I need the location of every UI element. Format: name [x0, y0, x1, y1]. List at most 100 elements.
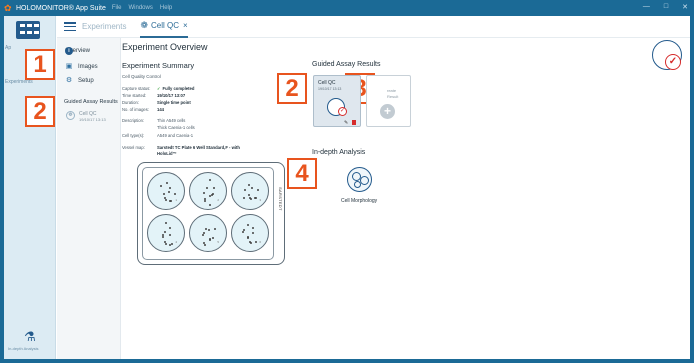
nav-item-cell-qc-result[interactable]: ❁ Cell QC 19/10/17 13:13 — [66, 111, 106, 122]
nav-item-label: Setup — [78, 78, 94, 84]
cell-dot — [254, 240, 257, 243]
cell-dot — [169, 227, 172, 230]
cell-dot — [202, 232, 205, 235]
window-controls: — □ ✕ — [643, 3, 688, 11]
experiment-nav-panel — [57, 38, 121, 359]
vessel-map-plate[interactable]: SARSTEDT 1 2 3 4 5 6 — [137, 162, 285, 265]
cell-dot — [211, 193, 214, 196]
maximize-button[interactable]: □ — [664, 3, 668, 11]
vessel-brand-label: SARSTEDT — [278, 187, 283, 211]
rail-indepth-label[interactable]: In-depth Analysis — [8, 346, 52, 351]
cell-dot — [204, 200, 207, 203]
cell-dot — [165, 182, 168, 185]
create-result-card[interactable]: reate Result + — [366, 75, 411, 127]
add-icon: + — [380, 104, 395, 119]
cell-dot — [168, 191, 171, 193]
cell-qc-icon: ❁ — [140, 20, 149, 30]
guided-assay-title: Guided Assay Results — [312, 61, 381, 68]
edit-icon[interactable]: ✎ — [344, 120, 348, 126]
nav-item-overview[interactable]: i Overview — [65, 47, 90, 55]
cell-dot — [163, 241, 166, 244]
indepth-title: In-depth Analysis — [312, 149, 366, 156]
callout-badge-2: 2 — [25, 96, 55, 127]
result-time: 19/10/17 13:13 — [79, 117, 106, 122]
cell-dot — [208, 237, 211, 240]
info-icon: i — [65, 47, 73, 55]
cell-dot — [248, 193, 251, 196]
callout-badge-1: 1 — [25, 49, 55, 80]
cell-dot — [212, 236, 215, 239]
cell-dot — [212, 187, 215, 190]
cell-dot — [243, 188, 246, 191]
apps-grid-button[interactable] — [16, 21, 40, 39]
cell-morphology-label[interactable]: Cell Morphology — [341, 198, 377, 204]
app-name: HOLOMONITOR® App Suite — [16, 4, 106, 12]
cell-dot — [257, 189, 260, 192]
delete-icon[interactable] — [352, 120, 356, 125]
cell-dot — [208, 229, 211, 232]
cell-dot — [168, 199, 171, 202]
top-bar: Experiments ❁ Cell QC × — [57, 16, 690, 38]
cell-dot — [209, 179, 212, 182]
tab-cell-qc-label: Cell QC — [151, 21, 180, 30]
menu-file[interactable]: File — [112, 5, 122, 11]
cell-morphology-icon[interactable] — [347, 167, 372, 192]
cell-dot — [206, 187, 209, 190]
menu-help[interactable]: Help — [160, 5, 172, 11]
well-2[interactable]: 2 — [189, 172, 227, 210]
hamburger-menu-icon[interactable] — [64, 22, 76, 31]
well-5[interactable]: 5 — [189, 214, 227, 252]
nav-item-images[interactable]: ▣ Images — [65, 63, 98, 71]
menu-windows[interactable]: Windows — [129, 5, 153, 11]
summary-subtitle: Cell Quality Control — [122, 74, 161, 79]
setup-icon: ⚙ — [65, 77, 73, 84]
well-1[interactable]: 1 — [147, 172, 185, 210]
nav-item-setup[interactable]: ⚙ Setup — [65, 77, 94, 85]
cell-dot — [203, 244, 206, 247]
cell-dot — [243, 228, 246, 231]
app-window: ✿ HOLOMONITOR® App Suite File Windows He… — [0, 0, 694, 363]
tab-experiments[interactable]: Experiments — [82, 22, 126, 31]
nav-section-guided-assay: Guided Assay Results — [64, 99, 118, 105]
cell-dot — [203, 191, 206, 194]
cell-dot — [202, 234, 205, 237]
summary-title: Experiment Summary — [122, 61, 195, 70]
cell-dot — [162, 235, 165, 238]
nav-item-label: Images — [78, 64, 98, 70]
minimize-button[interactable]: — — [643, 3, 650, 11]
cell-dot — [209, 203, 212, 206]
cell-dot — [213, 228, 216, 230]
callout-badge-2b: 2 — [277, 73, 307, 104]
tab-cell-qc[interactable]: ❁ Cell QC × — [140, 16, 188, 38]
cell-dot — [168, 233, 171, 236]
cell-dot — [247, 235, 250, 238]
card-time: 19/10/17 13:13 — [318, 87, 342, 91]
cell-dot — [253, 197, 256, 200]
card-title: Cell QC — [318, 80, 336, 86]
checkmark-icon: ✓ — [665, 54, 681, 70]
cell-dot — [252, 232, 255, 235]
cell-dot — [248, 183, 251, 186]
cell-dot — [170, 243, 173, 246]
create-line-2: Result — [387, 94, 399, 99]
cell-dot — [163, 192, 166, 195]
cell-dot — [251, 186, 254, 189]
well-4[interactable]: 4 — [147, 214, 185, 252]
checkmark-icon: ✓ — [338, 107, 347, 116]
cell-dot — [173, 193, 176, 196]
cell-dot — [251, 226, 254, 229]
cell-dot — [242, 230, 245, 233]
indepth-analysis-icon[interactable]: ⚗ — [21, 329, 39, 345]
close-tab-icon[interactable]: × — [183, 21, 188, 30]
page-title: Experiment Overview — [122, 42, 208, 52]
well-6[interactable]: 6 — [231, 214, 269, 252]
rail-apps-label: Ap — [5, 45, 12, 51]
close-button[interactable]: ✕ — [682, 3, 688, 11]
well-3[interactable]: 3 — [231, 172, 269, 210]
cell-dot — [165, 222, 168, 225]
cell-dot — [243, 197, 246, 200]
cell-dot — [159, 184, 162, 187]
cell-dot — [247, 224, 250, 226]
images-icon: ▣ — [65, 63, 73, 70]
cell-qc-result-card[interactable]: Cell QC 19/10/17 13:13 ✓ ✎ — [313, 75, 361, 127]
